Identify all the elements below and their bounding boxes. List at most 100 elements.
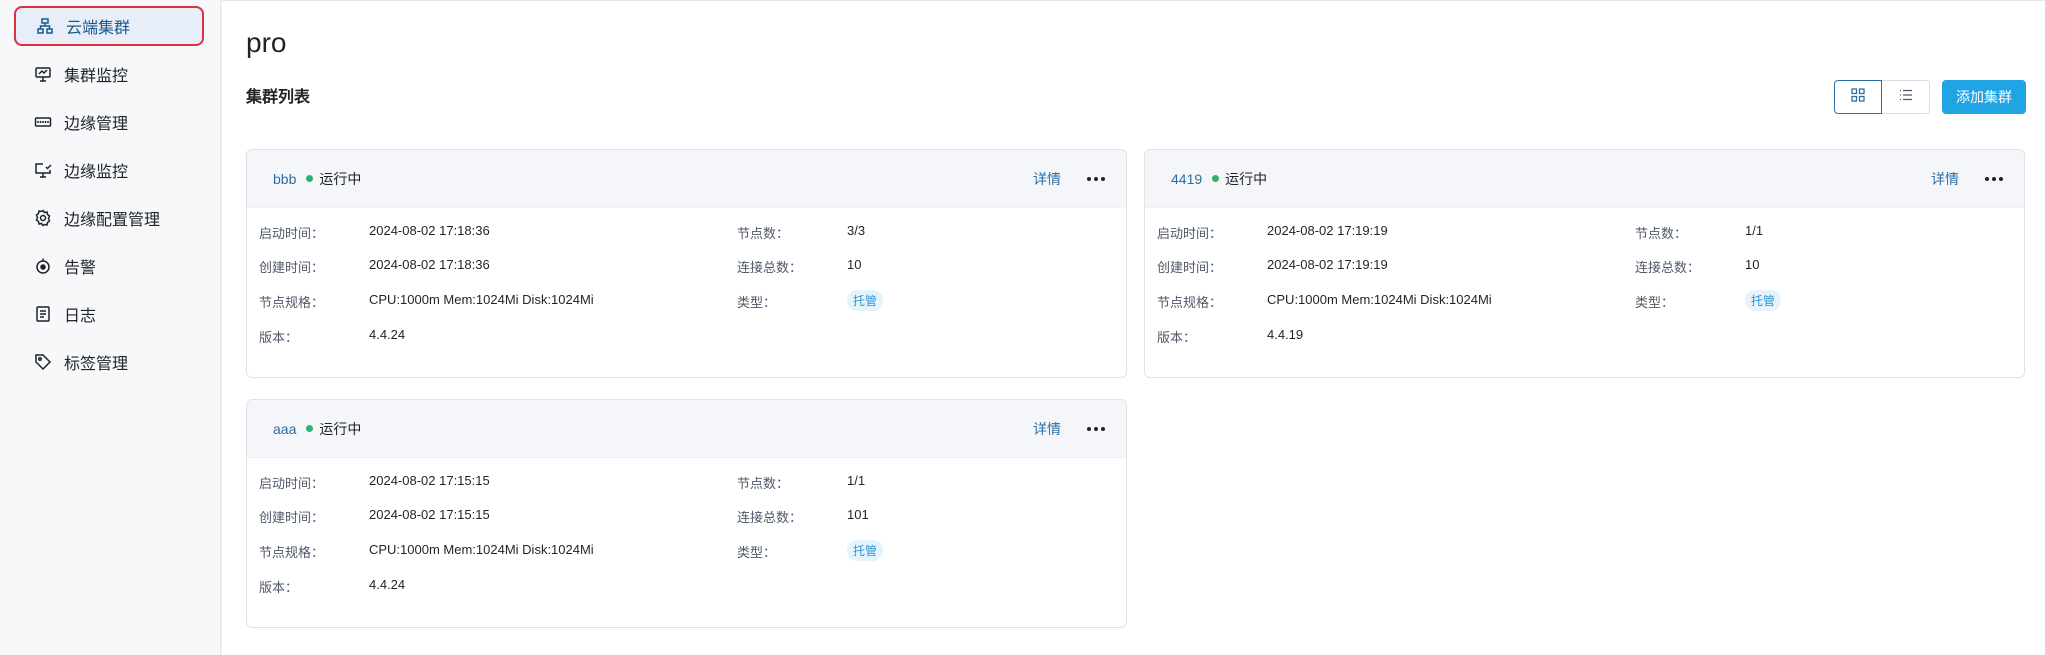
sidebar-item-cloud-cluster[interactable]: 云端集群 bbox=[14, 6, 204, 46]
type-label: 类型： bbox=[1635, 295, 1675, 310]
node-count-value: 3/3 bbox=[847, 223, 866, 238]
connections-label: 连接总数： bbox=[1635, 260, 1701, 275]
sidebar-item-edge-config[interactable]: 边缘配置管理 bbox=[14, 198, 204, 238]
sidebar-item-label: 集群监控 bbox=[64, 68, 129, 85]
grid-view-button[interactable] bbox=[1834, 80, 1882, 114]
node-count-label: 节点数： bbox=[737, 226, 790, 241]
node-spec-value: CPU:1000m Mem:1024Mi Disk:1024Mi bbox=[1267, 292, 1492, 307]
node-spec-value: CPU:1000m Mem:1024Mi Disk:1024Mi bbox=[369, 542, 594, 557]
tag-icon bbox=[34, 353, 52, 371]
status-dot bbox=[306, 175, 314, 182]
start-time-value: 2024-08-02 17:19:19 bbox=[1267, 223, 1388, 238]
connections-label: 连接总数： bbox=[737, 510, 803, 525]
sidebar-item-edge-manage[interactable]: 边缘管理 bbox=[14, 102, 204, 142]
cluster-card: aaa 运行中 详情 启动时间： 2024-08-02 17:15:15 节点数… bbox=[246, 399, 1127, 628]
sidebar-item-label: 告警 bbox=[64, 260, 97, 277]
status-badge: 运行中 bbox=[306, 169, 361, 189]
log-icon bbox=[34, 305, 52, 323]
node-count-label: 节点数： bbox=[737, 476, 790, 491]
cluster-card-body: 启动时间： 2024-08-02 17:15:15 节点数： 1/1 创建时间：… bbox=[247, 458, 1126, 627]
node-count-value: 1/1 bbox=[847, 473, 866, 488]
type-tag: 托管 bbox=[847, 540, 884, 561]
start-time-label: 启动时间： bbox=[1157, 226, 1223, 241]
sidebar-item-cluster-monitor[interactable]: 集群监控 bbox=[14, 54, 204, 94]
connections-value: 10 bbox=[1745, 257, 1760, 272]
cluster-card-header: 4419 运行中 详情 bbox=[1145, 150, 2024, 208]
alarm-icon bbox=[34, 257, 52, 275]
main-content: pro 集群列表 添加集群 bbb 运行中 详情 启动时间： 2024-08-0… bbox=[222, 0, 2045, 655]
status-text: 运行中 bbox=[1225, 170, 1268, 187]
create-time-label: 创建时间： bbox=[259, 510, 325, 525]
list-view-button[interactable] bbox=[1882, 80, 1930, 114]
create-time-label: 创建时间： bbox=[259, 260, 325, 275]
status-dot bbox=[306, 425, 314, 432]
type-label: 类型： bbox=[737, 295, 777, 310]
create-time-value: 2024-08-02 17:15:15 bbox=[369, 507, 490, 522]
section-title: 集群列表 bbox=[246, 89, 311, 106]
node-spec-label: 节点规格： bbox=[1157, 295, 1223, 310]
start-time-label: 启动时间： bbox=[259, 226, 325, 241]
sidebar-item-edge-monitor[interactable]: 边缘监控 bbox=[14, 150, 204, 190]
monitor-icon bbox=[34, 65, 52, 83]
edge-monitor-icon bbox=[34, 161, 52, 179]
start-time-value: 2024-08-02 17:15:15 bbox=[369, 473, 490, 488]
status-dot bbox=[1212, 175, 1220, 182]
more-icon[interactable] bbox=[1983, 176, 2004, 181]
status-badge: 运行中 bbox=[306, 419, 361, 439]
connections-value: 101 bbox=[847, 507, 869, 522]
sidebar-item-alarm[interactable]: 告警 bbox=[14, 246, 204, 286]
node-count-label: 节点数： bbox=[1635, 226, 1688, 241]
cluster-name-link[interactable]: aaa bbox=[273, 421, 296, 437]
node-spec-label: 节点规格： bbox=[259, 295, 325, 310]
cluster-card: 4419 运行中 详情 启动时间： 2024-08-02 17:19:19 节点… bbox=[1144, 149, 2025, 378]
version-value: 4.4.19 bbox=[1267, 327, 1304, 342]
sidebar-item-label: 边缘监控 bbox=[64, 164, 129, 181]
sidebar-item-label: 云端集群 bbox=[66, 20, 131, 37]
version-value: 4.4.24 bbox=[369, 577, 406, 592]
cluster-card-header: aaa 运行中 详情 bbox=[247, 400, 1126, 458]
cluster-card-header: bbb 运行中 详情 bbox=[247, 150, 1126, 208]
add-cluster-button[interactable]: 添加集群 bbox=[1942, 80, 2026, 114]
node-count-value: 1/1 bbox=[1745, 223, 1764, 238]
detail-link[interactable]: 详情 bbox=[1033, 419, 1061, 439]
version-value: 4.4.24 bbox=[369, 327, 406, 342]
toolbar: 添加集群 bbox=[1834, 80, 2026, 114]
sidebar-item-label: 边缘配置管理 bbox=[64, 212, 161, 229]
sidebar-item-label: 日志 bbox=[64, 308, 97, 325]
detail-link[interactable]: 详情 bbox=[1033, 169, 1061, 189]
create-time-value: 2024-08-02 17:18:36 bbox=[369, 257, 490, 272]
sidebar-item-tag-manage[interactable]: 标签管理 bbox=[14, 342, 204, 382]
cluster-card-body: 启动时间： 2024-08-02 17:19:19 节点数： 1/1 创建时间：… bbox=[1145, 208, 2024, 377]
start-time-value: 2024-08-02 17:18:36 bbox=[369, 223, 490, 238]
version-label: 版本： bbox=[259, 580, 299, 595]
list-view-icon bbox=[1899, 88, 1913, 107]
cluster-card: bbb 运行中 详情 启动时间： 2024-08-02 17:18:36 节点数… bbox=[246, 149, 1127, 378]
cluster-name-link[interactable]: 4419 bbox=[1171, 171, 1202, 187]
type-tag: 托管 bbox=[847, 290, 884, 311]
sidebar-item-label: 标签管理 bbox=[64, 356, 129, 373]
version-label: 版本： bbox=[259, 330, 299, 345]
type-tag: 托管 bbox=[1745, 290, 1782, 311]
node-spec-value: CPU:1000m Mem:1024Mi Disk:1024Mi bbox=[369, 292, 594, 307]
create-time-value: 2024-08-02 17:19:19 bbox=[1267, 257, 1388, 272]
edge-device-icon bbox=[34, 113, 52, 131]
node-spec-label: 节点规格： bbox=[259, 545, 325, 560]
gear-icon bbox=[34, 209, 52, 227]
more-icon[interactable] bbox=[1085, 176, 1106, 181]
cluster-name-link[interactable]: bbb bbox=[273, 171, 296, 187]
more-icon[interactable] bbox=[1085, 426, 1106, 431]
view-toggle bbox=[1834, 80, 1930, 114]
type-label: 类型： bbox=[737, 545, 777, 560]
start-time-label: 启动时间： bbox=[259, 476, 325, 491]
grid-view-icon bbox=[1851, 87, 1865, 107]
cluster-icon bbox=[36, 17, 54, 35]
cluster-card-body: 启动时间： 2024-08-02 17:18:36 节点数： 3/3 创建时间：… bbox=[247, 208, 1126, 377]
connections-value: 10 bbox=[847, 257, 862, 272]
sidebar: 云端集群 集群监控 边缘管理 边缘监控 边缘配置管理 告警 日志 标签管理 bbox=[0, 0, 221, 655]
status-text: 运行中 bbox=[319, 420, 362, 437]
version-label: 版本： bbox=[1157, 330, 1197, 345]
sidebar-item-log[interactable]: 日志 bbox=[14, 294, 204, 334]
detail-link[interactable]: 详情 bbox=[1931, 169, 1959, 189]
connections-label: 连接总数： bbox=[737, 260, 803, 275]
create-time-label: 创建时间： bbox=[1157, 260, 1223, 275]
